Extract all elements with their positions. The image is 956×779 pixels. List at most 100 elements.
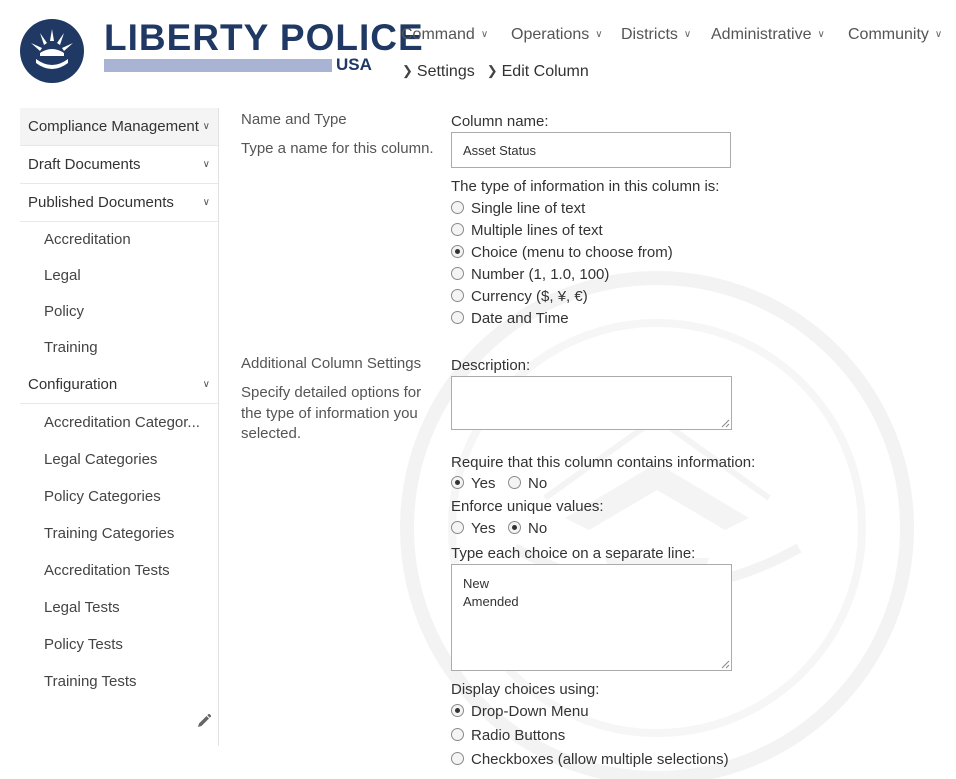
radio-label: Number (1, 1.0, 100) xyxy=(471,266,610,283)
require-no-option[interactable]: No xyxy=(508,475,547,492)
radio-button[interactable] xyxy=(451,289,464,302)
sidebar-item-compliance-management[interactable]: Compliance Management ∨ xyxy=(20,108,218,146)
sidebar-item-label: Draft Documents xyxy=(28,156,141,173)
sidebar-item-policy-categories[interactable]: Policy Categories xyxy=(20,478,218,515)
sidebar-item-legal[interactable]: Legal xyxy=(20,258,218,294)
logo-title: LIBERTY POLICE xyxy=(104,17,424,58)
choice-line: Amended xyxy=(463,594,519,609)
type-option-currency[interactable]: Currency ($, ¥, €) xyxy=(451,288,588,308)
type-option-choice[interactable]: Choice (menu to choose from) xyxy=(451,244,673,264)
sidebar-item-training-categories[interactable]: Training Categories xyxy=(20,515,218,552)
type-option-number[interactable]: Number (1, 1.0, 100) xyxy=(451,266,609,286)
nav-item-command[interactable]: Command ∨ xyxy=(401,26,488,44)
radio-label: Checkboxes (allow multiple selections) xyxy=(471,751,729,768)
sidebar-item-policy[interactable]: Policy xyxy=(20,294,218,330)
sidebar-item-label: Compliance Management xyxy=(28,118,199,135)
column-type-label: The type of information in this column i… xyxy=(451,178,720,195)
unique-values-label: Enforce unique values: xyxy=(451,498,604,515)
sidebar-item-label: Configuration xyxy=(28,376,118,393)
sidebar-item-accreditation[interactable]: Accreditation xyxy=(20,222,218,258)
column-name-label: Column name: xyxy=(451,113,549,130)
resize-handle-icon[interactable] xyxy=(721,419,730,428)
edit-pencil-icon[interactable] xyxy=(196,713,212,729)
radio-label: No xyxy=(528,475,548,492)
description-label: Description: xyxy=(451,357,531,374)
resize-handle-icon[interactable] xyxy=(721,660,730,669)
require-yes-option[interactable]: Yes xyxy=(451,475,495,492)
radio-button[interactable] xyxy=(508,476,521,489)
choices-label: Type each choice on a separate line: xyxy=(451,545,696,562)
display-option-dropdown[interactable]: Drop-Down Menu xyxy=(451,703,589,723)
chevron-down-icon: ∨ xyxy=(934,29,943,40)
radio-label: Multiple lines of text xyxy=(471,222,603,239)
radio-label: Drop-Down Menu xyxy=(471,703,589,720)
radio-label: Yes xyxy=(471,475,496,492)
choices-textarea[interactable]: New Amended xyxy=(451,564,732,671)
sidebar-item-training[interactable]: Training xyxy=(20,330,218,366)
sidebar-item-policy-tests[interactable]: Policy Tests xyxy=(20,626,218,663)
breadcrumb: ❯ Settings ❯ Edit Column xyxy=(402,63,601,81)
chevron-down-icon: ∨ xyxy=(202,121,210,132)
type-option-single-line[interactable]: Single line of text xyxy=(451,200,585,220)
column-name-input[interactable]: Asset Status xyxy=(451,132,731,168)
sidebar-item-accreditation-tests[interactable]: Accreditation Tests xyxy=(20,552,218,589)
nav-item-administrative[interactable]: Administrative ∨ xyxy=(711,26,825,44)
chevron-down-icon: ∨ xyxy=(683,29,692,40)
sidebar-item-accreditation-categories[interactable]: Accreditation Categor... xyxy=(20,404,218,441)
sidebar-item-legal-categories[interactable]: Legal Categories xyxy=(20,441,218,478)
radio-label: Choice (menu to choose from) xyxy=(471,244,673,261)
radio-button-selected[interactable] xyxy=(451,704,464,717)
sidebar-item-legal-tests[interactable]: Legal Tests xyxy=(20,589,218,626)
name-type-section-description: Type a name for this column. xyxy=(241,140,434,157)
chevron-right-icon: ❯ xyxy=(486,63,498,78)
chevron-down-icon: ∨ xyxy=(480,29,489,40)
nav-item-operations[interactable]: Operations ∨ xyxy=(511,26,603,44)
require-info-label: Require that this column contains inform… xyxy=(451,454,756,471)
radio-label: No xyxy=(528,520,548,537)
chevron-right-icon: ❯ xyxy=(402,63,413,78)
radio-button-selected[interactable] xyxy=(508,521,521,534)
sidebar: Compliance Management ∨ Draft Documents ∨ … xyxy=(20,108,219,746)
radio-button[interactable] xyxy=(451,728,464,741)
nav-item-community[interactable]: Community ∨ xyxy=(848,26,942,44)
radio-label: Yes xyxy=(471,520,496,537)
sidebar-item-draft-documents[interactable]: Draft Documents ∨ xyxy=(20,146,218,184)
name-type-section-title: Name and Type xyxy=(241,111,347,128)
additional-settings-section-description: Specify detailed options for the type of… xyxy=(241,384,422,442)
sidebar-item-training-tests[interactable]: Training Tests xyxy=(20,663,218,700)
breadcrumb-settings[interactable]: Settings xyxy=(417,63,475,81)
additional-settings-section-title: Additional Column Settings xyxy=(241,355,422,372)
radio-button-selected[interactable] xyxy=(451,245,464,258)
radio-button[interactable] xyxy=(451,752,464,765)
radio-button[interactable] xyxy=(451,267,464,280)
radio-button[interactable] xyxy=(451,201,464,214)
radio-label: Radio Buttons xyxy=(471,727,566,744)
chevron-down-icon: ∨ xyxy=(817,29,825,40)
radio-label: Date and Time xyxy=(471,310,569,327)
unique-no-option[interactable]: No xyxy=(508,520,547,537)
display-option-checkboxes[interactable]: Checkboxes (allow multiple selections) xyxy=(451,751,729,771)
radio-button-selected[interactable] xyxy=(451,476,464,489)
chevron-down-icon: ∨ xyxy=(202,159,210,170)
sidebar-item-published-documents[interactable]: Published Documents ∨ xyxy=(20,184,218,222)
breadcrumb-edit-column[interactable]: Edit Column xyxy=(502,63,589,81)
logo-underline xyxy=(104,59,332,72)
radio-button[interactable] xyxy=(451,223,464,236)
type-option-multiple-lines[interactable]: Multiple lines of text xyxy=(451,222,603,242)
radio-label: Single line of text xyxy=(471,200,586,217)
unique-yes-option[interactable]: Yes xyxy=(451,520,495,537)
logo-subtitle: USA xyxy=(336,55,372,74)
require-info-options: Yes No xyxy=(451,475,571,495)
display-choices-label: Display choices using: xyxy=(451,681,600,698)
liberty-seal-icon xyxy=(20,19,84,83)
choice-line: New xyxy=(463,576,490,591)
radio-button[interactable] xyxy=(451,311,464,324)
description-textarea[interactable] xyxy=(451,376,732,430)
nav-item-districts[interactable]: Districts ∨ xyxy=(621,26,691,44)
chevron-down-icon: ∨ xyxy=(202,379,210,390)
type-option-date-time[interactable]: Date and Time xyxy=(451,310,569,330)
chevron-down-icon: ∨ xyxy=(202,197,210,208)
radio-button[interactable] xyxy=(451,521,464,534)
sidebar-item-configuration[interactable]: Configuration ∨ xyxy=(20,366,218,404)
display-option-radio-buttons[interactable]: Radio Buttons xyxy=(451,727,565,747)
